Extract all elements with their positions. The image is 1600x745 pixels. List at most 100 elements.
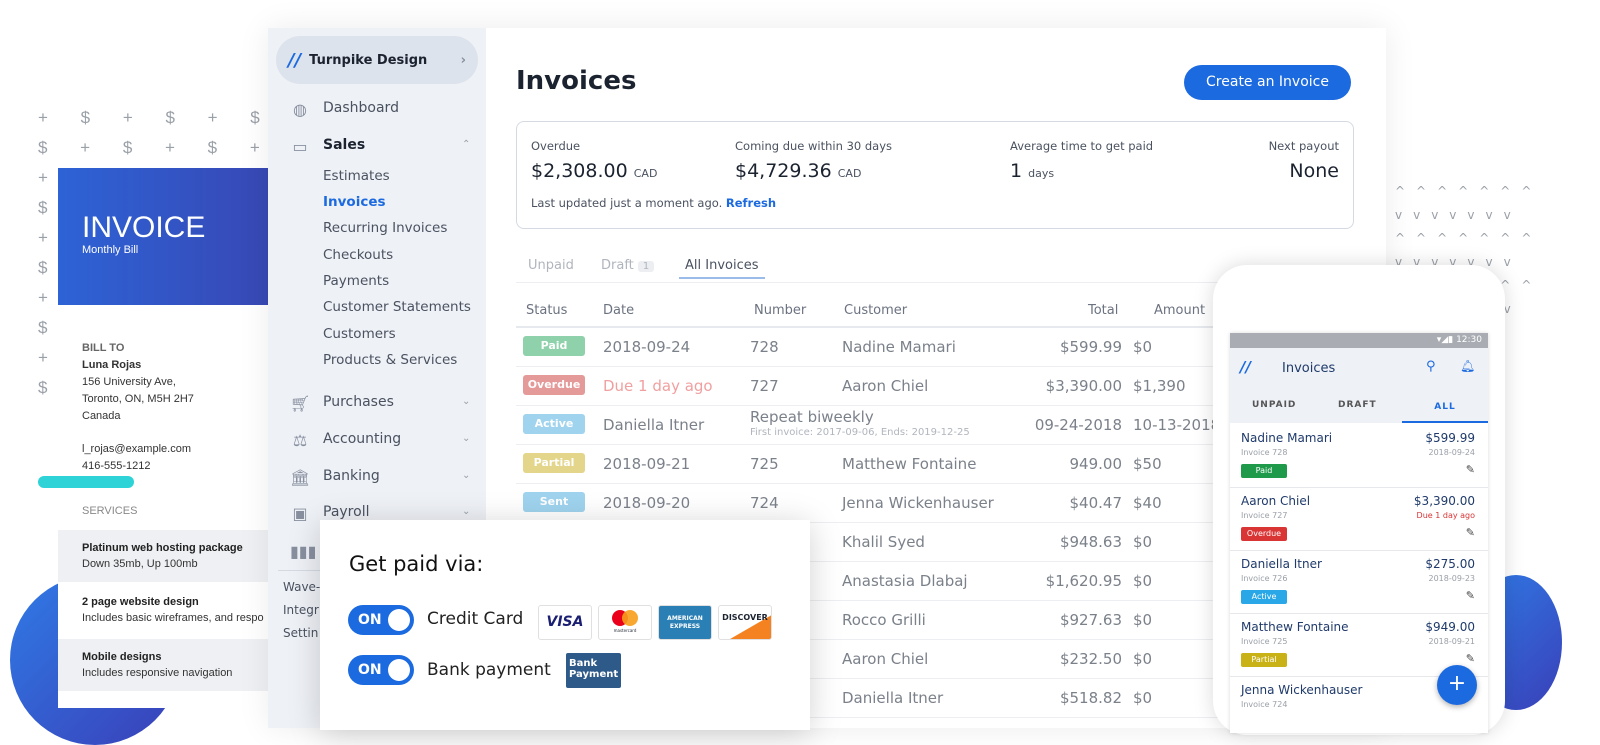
amount-due: $0 [1133, 338, 1153, 356]
create-invoice-button[interactable]: Create an Invoice [1184, 65, 1351, 100]
decor-glyph: + [38, 228, 48, 247]
column-header[interactable]: Number [754, 303, 806, 318]
mobile-invoice-item[interactable]: Nadine Mamari Invoice 728 $599.99 2018-09-2… [1230, 425, 1488, 488]
sidebar-item-settings[interactable]: Settin [283, 626, 318, 640]
invoice-date: Due 1 day ago [603, 377, 713, 395]
invoice-total: $3,390.00 [1045, 377, 1122, 395]
tab-all-invoices[interactable]: All Invoices [679, 258, 765, 279]
column-header[interactable]: Total [1088, 303, 1118, 318]
address-line: Toronto, ON, M5H 2H7 [82, 393, 194, 405]
status-badge: Sent [523, 492, 585, 512]
sidebar-item-purchases[interactable]: Purchases [323, 394, 394, 410]
credit-card-toggle[interactable]: ON [348, 605, 414, 635]
customer-name: Nadine Mamari [842, 338, 956, 356]
sidebar-item-integrations[interactable]: Integr [283, 603, 319, 617]
column-header[interactable]: Date [603, 303, 634, 318]
status-badge: Active [523, 414, 585, 434]
amount-due: $0 [1133, 689, 1153, 707]
refresh-link[interactable]: Refresh [726, 196, 776, 210]
customer-name: Matthew Fontaine [842, 455, 977, 473]
sidebar-item-banking[interactable]: Banking [323, 468, 380, 484]
invoice-total: 949.00 [1069, 455, 1123, 473]
invoice-total: $518.82 [1059, 689, 1122, 707]
sidebar-item-estimates[interactable]: Estimates [323, 168, 390, 184]
sidebar-item-customer-statements[interactable]: Customer Statements [323, 299, 471, 315]
amount-due: $0 [1133, 533, 1153, 551]
chevron-icon[interactable]: ⌄ [462, 506, 470, 517]
avg-time-label: Average time to get paid [1010, 139, 1154, 153]
status-bar: ▾◢▮ 12:30 [1230, 333, 1488, 348]
bell-icon[interactable]: 🔔︎ [1460, 359, 1475, 373]
invoice-total: $40.47 [1069, 494, 1123, 512]
client-name: Luna Rojas [82, 359, 142, 371]
sidebar-item-wave[interactable]: Wave- [283, 580, 320, 594]
decor-glyph: + [38, 288, 48, 307]
sidebar-item-customers[interactable]: Customers [323, 326, 396, 342]
customer-name: Khalil Syed [842, 533, 925, 551]
sidebar-item-recurring-invoices[interactable]: Recurring Invoices [323, 220, 447, 236]
mobile-tab-unpaid[interactable]: UNPAID [1252, 400, 1296, 410]
invoice-amount: $949.00 [1425, 620, 1475, 634]
amount-due: $0 [1133, 611, 1153, 629]
wave-logo-icon: // [288, 49, 302, 71]
add-invoice-fab[interactable]: + [1437, 665, 1477, 705]
sidebar-item-products-services[interactable]: Products & Services [323, 352, 457, 368]
summary-panel: Overdue $2,308.00 CAD Coming due within … [516, 121, 1354, 229]
mobile-invoice-item[interactable]: Daniella Itner Invoice 726 $275.00 2018-09-… [1230, 551, 1488, 614]
invoice-number: Invoice 724 [1241, 700, 1288, 709]
bank-payment-label: Bank payment [427, 660, 551, 680]
invoice-number: 728 [750, 338, 779, 356]
customer-name: Rocco Grilli [842, 611, 926, 629]
page-title: Invoices [516, 66, 637, 96]
customer-name: Jenna Wickenhauser [842, 494, 994, 512]
bank-payment-toggle[interactable]: ON [348, 655, 414, 685]
invoice-amount: $599.99 [1425, 431, 1475, 445]
invoice-date: 2018-09-23 [1428, 574, 1476, 583]
coming-due-value: $4,729.36 CAD [735, 160, 862, 182]
client-phone: 416-555-1212 [82, 460, 151, 472]
sidebar-item-sales[interactable]: Sales [323, 137, 365, 153]
invoice-total: $948.63 [1059, 533, 1122, 551]
sidebar-item-checkouts[interactable]: Checkouts [323, 247, 393, 263]
sidebar-item-payroll[interactable]: Payroll [323, 504, 369, 520]
customer-name: Anastasia Dlabaj [842, 572, 968, 590]
edit-pencil-icon[interactable]: ✎ [1466, 652, 1475, 665]
sidebar-item-dashboard[interactable]: Dashboard [323, 100, 399, 116]
invoice-total: $1,620.95 [1045, 572, 1122, 590]
invoice-header: INVOICE Monthly Bill [58, 168, 268, 305]
popup-title: Get paid via: [349, 552, 484, 576]
mobile-invoice-item[interactable]: Aaron Chiel Invoice 727 $3,390.00 Due 1 day… [1230, 488, 1488, 551]
tab-unpaid[interactable]: Unpaid [528, 258, 574, 273]
chevron-icon[interactable]: ⌄ [462, 433, 470, 444]
mobile-tab-all[interactable]: ALL [1402, 393, 1488, 423]
search-icon[interactable]: ⚲ [1426, 359, 1436, 374]
invoice-number: Invoice 728 [1241, 448, 1288, 457]
chevron-icon[interactable]: ⌃ [462, 139, 470, 150]
highlight-bar [38, 476, 134, 488]
edit-pencil-icon[interactable]: ✎ [1466, 526, 1475, 539]
mobile-tab-draft[interactable]: DRAFT [1338, 400, 1377, 410]
business-switcher[interactable]: // Turnpike Design › [276, 36, 478, 84]
overdue-label: Overdue [531, 139, 581, 153]
decor-glyph: + [38, 168, 48, 187]
amount-due: $0 [1133, 572, 1153, 590]
sidebar-item-accounting[interactable]: Accounting [323, 431, 401, 447]
column-header[interactable]: Customer [844, 303, 907, 318]
status-badge: Partial [523, 453, 585, 473]
column-header[interactable]: Amount [1154, 303, 1205, 318]
column-header[interactable]: Status [526, 303, 567, 318]
sidebar-item-invoices[interactable]: Invoices [323, 194, 386, 210]
draft-count-badge: 1 [637, 261, 655, 272]
invoice-document: INVOICE Monthly Bill BILL TO Luna Rojas … [38, 168, 278, 708]
sidebar-item-payments[interactable]: Payments [323, 273, 389, 289]
sales-icon: ▭ [292, 137, 308, 156]
tab-draft[interactable]: Draft 1 [601, 258, 655, 273]
chevron-icon[interactable]: ⌄ [462, 470, 470, 481]
chevron-icon[interactable]: ⌄ [462, 396, 470, 407]
credit-card-label: Credit Card [427, 609, 524, 629]
edit-pencil-icon[interactable]: ✎ [1466, 463, 1475, 476]
customer-name: Aaron Chiel [1241, 494, 1311, 508]
invoice-number: Repeat biweekly [750, 408, 874, 426]
edit-pencil-icon[interactable]: ✎ [1466, 589, 1475, 602]
reports-icon: ▮▮▮ [290, 542, 317, 561]
